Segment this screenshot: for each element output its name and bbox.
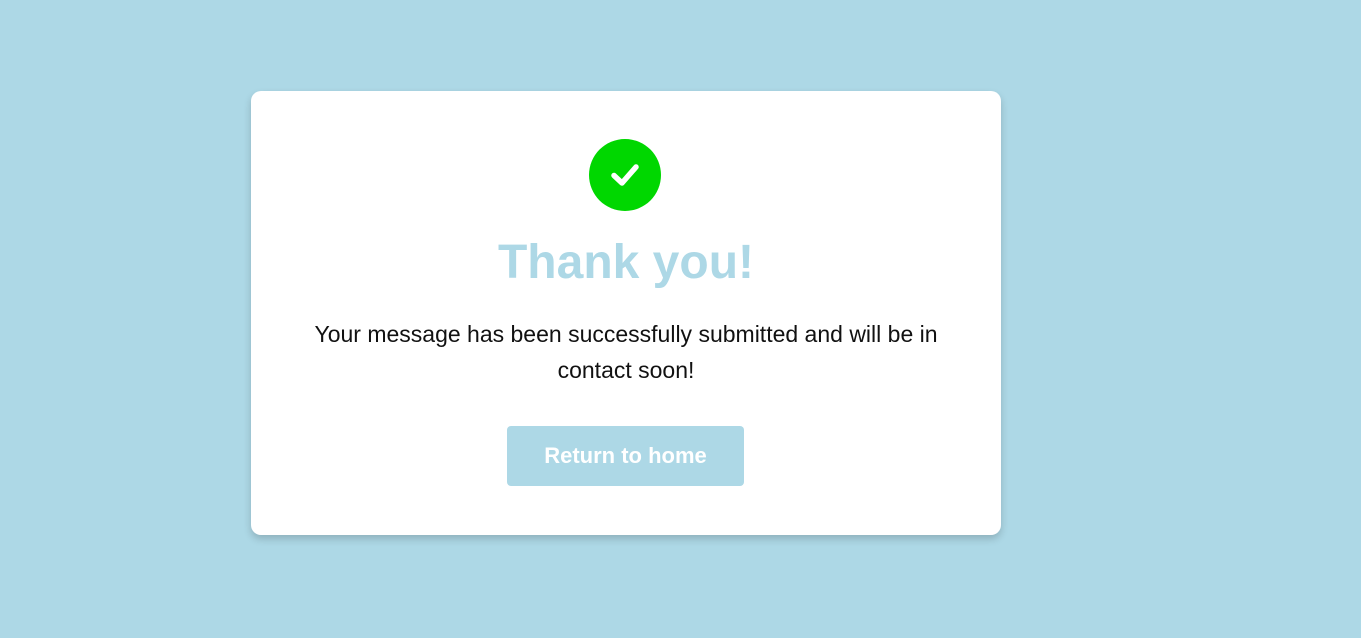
confirmation-message: Your message has been successfully submi… <box>314 321 938 383</box>
check-circle-icon <box>589 139 661 211</box>
page-title: Thank you! <box>497 236 754 289</box>
return-home-button[interactable]: Return to home <box>507 426 744 486</box>
confirmation-card: Thank you! Your message has been success… <box>251 91 1001 535</box>
checkmark-icon <box>611 164 639 186</box>
